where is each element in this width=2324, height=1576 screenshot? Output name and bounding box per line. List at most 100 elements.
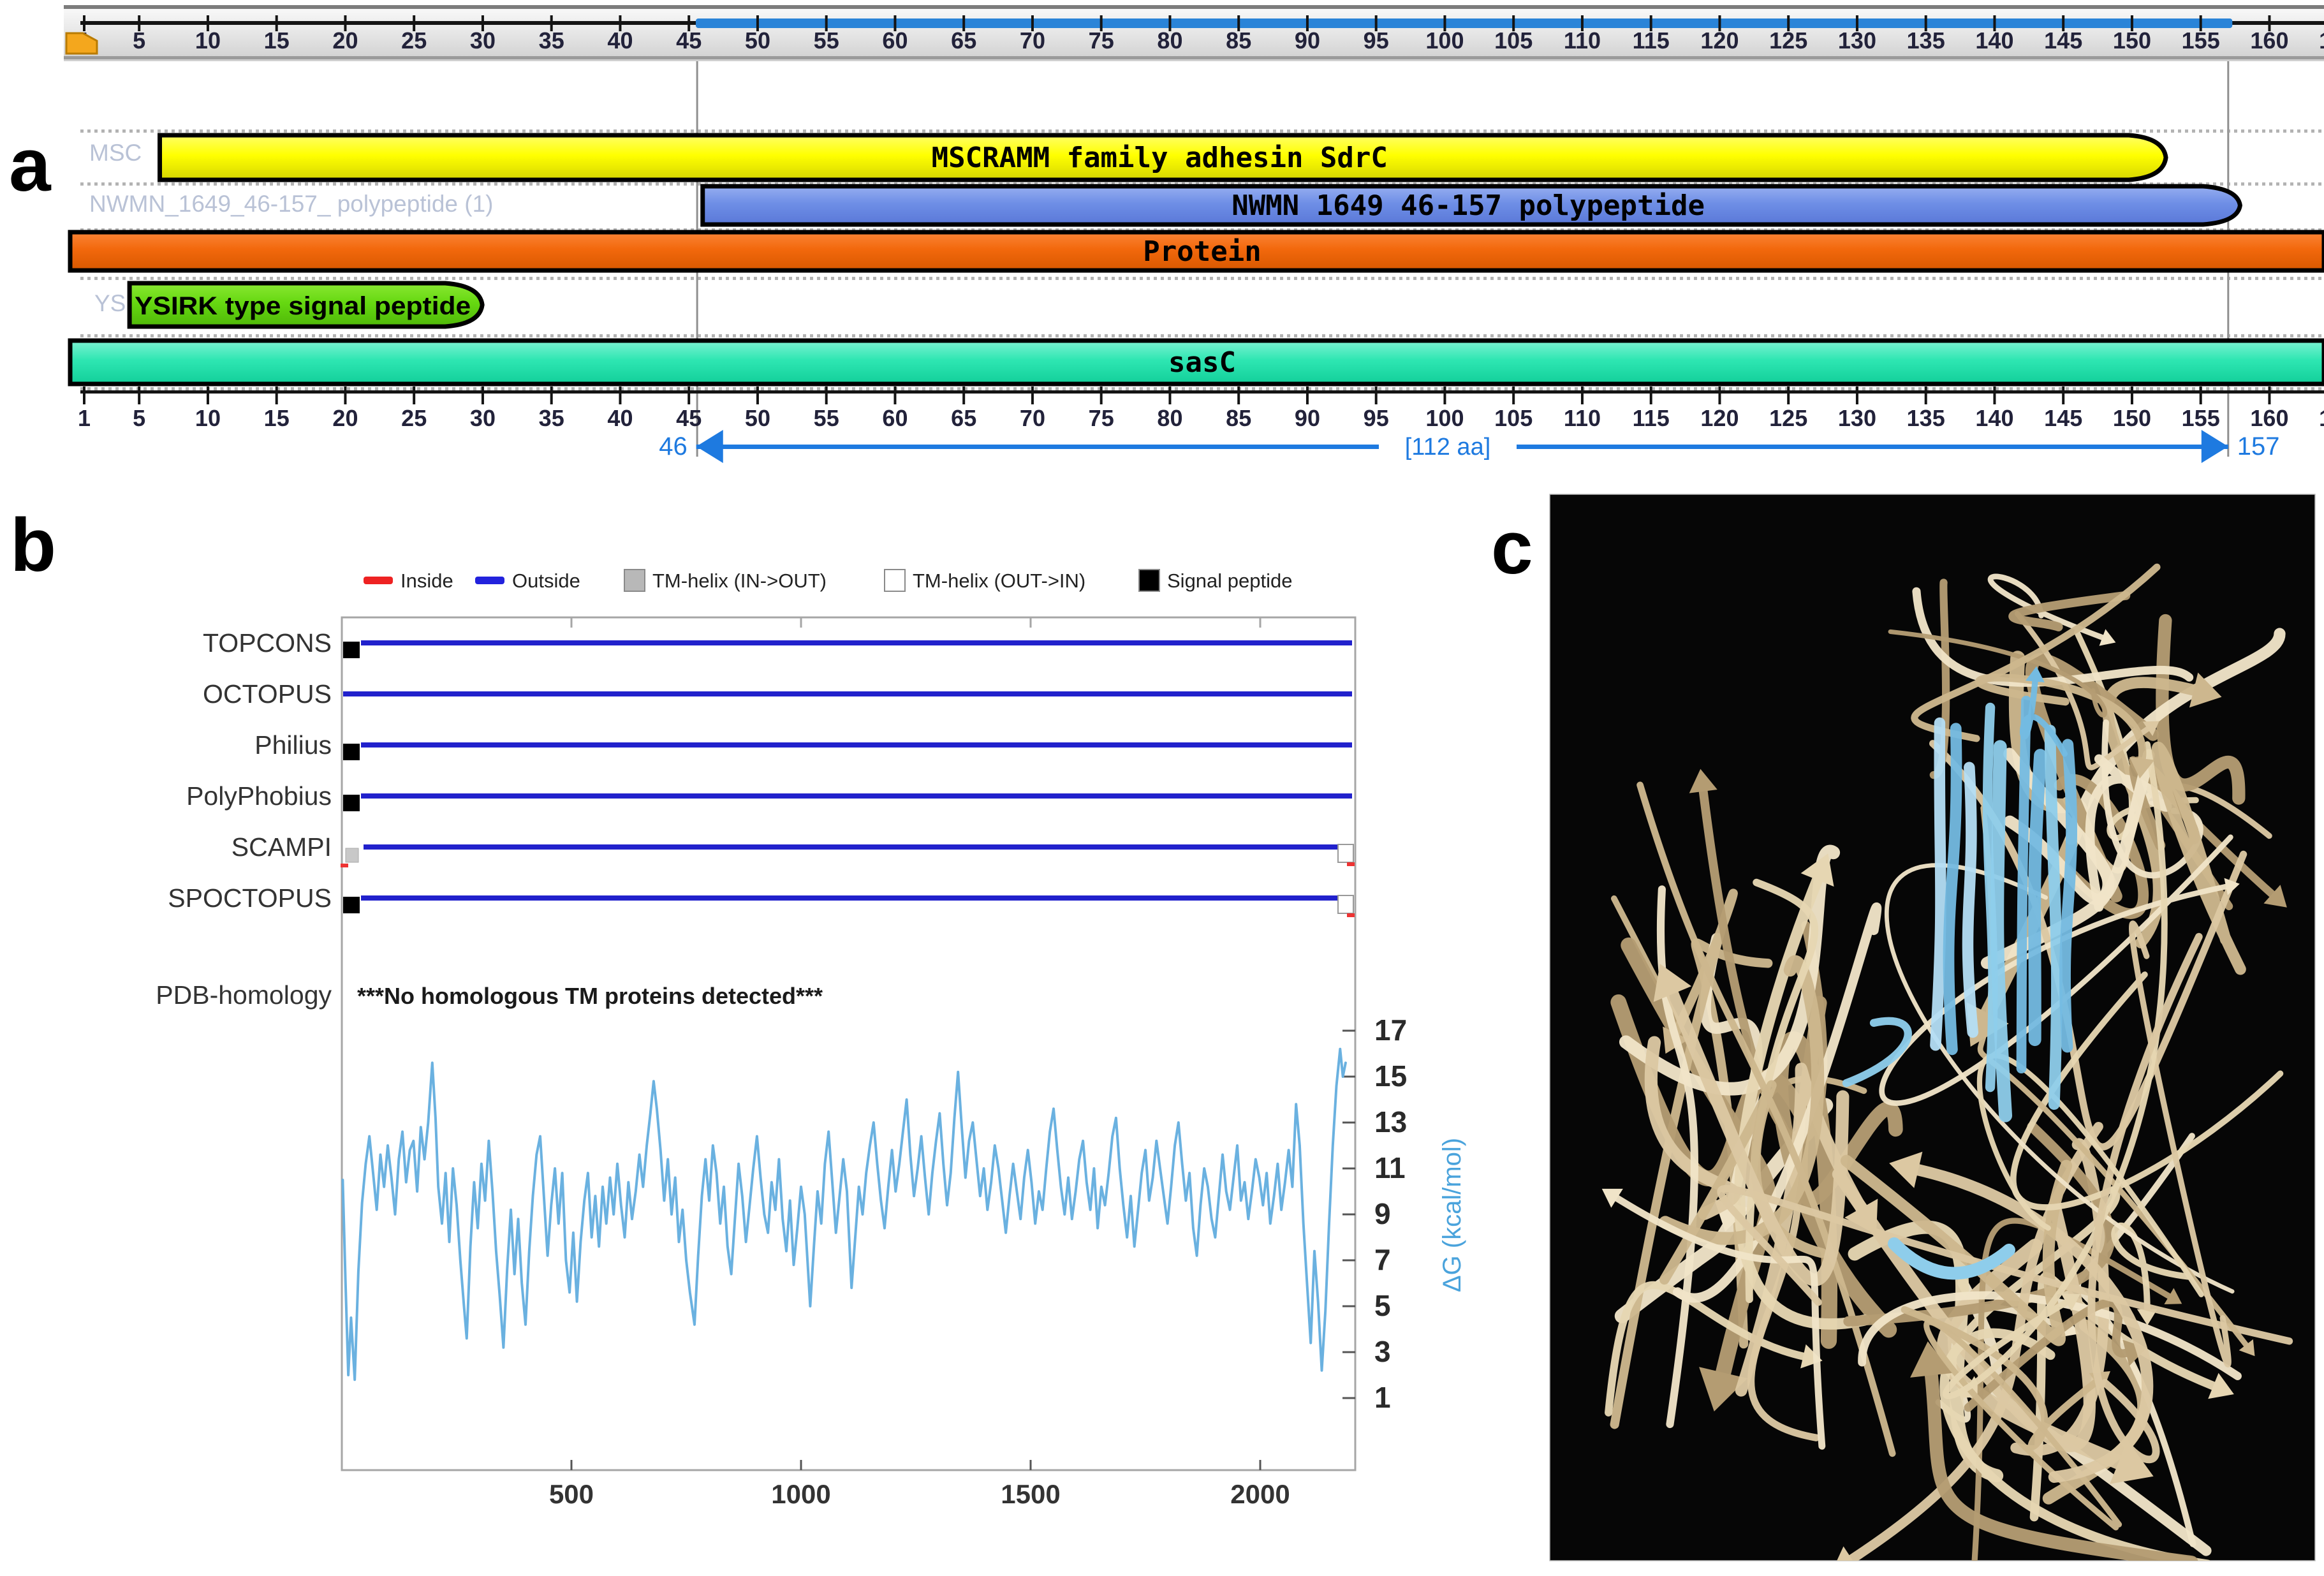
dotted-separator [1504,277,1508,280]
dotted-separator [1820,277,1823,280]
dotted-separator [2262,387,2265,390]
dotted-separator [1048,387,1052,390]
dotted-separator [87,129,91,133]
dotted-separator [1476,277,1480,280]
dotted-separator [487,129,490,133]
dotted-separator [1617,387,1620,390]
dotted-separator [1771,277,1774,280]
top-ruler-number: 80 [1157,27,1182,54]
top-ruler-number: 130 [1838,27,1876,54]
dotted-separator [1771,334,1774,337]
dotted-separator [1989,334,1992,337]
dotted-separator [263,277,266,280]
dotted-separator [459,277,462,280]
dotted-separator [964,277,967,280]
top-ruler-number: 20 [332,27,358,54]
dotted-separator [1308,334,1311,337]
bottom-ruler-tick [550,387,553,404]
dotted-separator [2213,182,2216,186]
dotted-separator [1533,334,1536,337]
dotted-separator [2213,387,2216,390]
top-ruler-number: 45 [676,27,702,54]
dotted-separator [1645,129,1648,133]
dotted-separator [1041,277,1045,280]
dotted-separator [2017,129,2020,133]
dotted-separator [179,277,182,280]
dotted-separator [957,387,960,390]
dotted-separator [894,129,897,133]
dotted-separator [1813,334,1816,337]
dotted-separator [943,387,946,390]
dotted-separator [284,387,287,390]
top-ruler-number: 115 [1633,27,1670,54]
dotted-separator [1006,334,1010,337]
dotted-separator [2311,387,2314,390]
dotted-separator [1315,129,1318,133]
dotted-separator [459,129,462,133]
dotted-separator [1434,387,1438,390]
dotted-separator [1420,129,1423,133]
dotted-separator [424,277,427,280]
dotted-separator [1946,334,1950,337]
inside-end-marker [1347,862,1355,866]
dotted-separator [1196,277,1199,280]
dotted-separator [2297,129,2300,133]
dotted-separator [1280,387,1283,390]
dotted-separator [1455,387,1459,390]
dotted-separator [1434,334,1438,337]
dotted-separator [845,387,848,390]
dotted-separator [403,129,406,133]
row-label-topcons: TOPCONS [203,628,332,658]
dotted-separator [2213,277,2216,280]
dotted-separator [985,277,989,280]
dotted-separator [277,129,280,133]
dotted-separator [129,387,133,390]
dotted-separator [775,277,778,280]
dotted-separator [1112,129,1115,133]
dotted-separator [1778,129,1781,133]
dotted-separator [1799,277,1802,280]
dotted-separator [438,387,441,390]
bottom-ruler-number: 50 [745,405,770,431]
dotted-separator [2017,334,2020,337]
legend-label-1: Outside [512,570,580,592]
dotted-separator [964,334,967,337]
dotted-separator [1350,277,1353,280]
dotted-separator [1287,277,1290,280]
top-ruler-number: 95 [1364,27,1389,54]
dotted-separator [1960,387,1964,390]
dotted-separator [1196,334,1199,337]
dotted-separator [249,277,252,280]
dotted-separator [354,277,357,280]
dotted-separator [1497,334,1501,337]
dotted-separator [1989,277,1992,280]
dotted-separator [957,334,960,337]
dotted-separator [340,334,343,337]
dotted-separator [2108,129,2111,133]
dotted-separator [1147,129,1150,133]
dotted-separator [1020,387,1024,390]
dotted-separator [2073,277,2076,280]
dotted-separator [2101,277,2104,280]
dotted-separator [1154,387,1157,390]
dotted-separator [873,334,876,337]
dotted-separator [1406,277,1409,280]
top-ruler-number: 60 [882,27,908,54]
dotted-separator [2171,277,2174,280]
dotted-separator [1799,387,1802,390]
dotted-separator [2045,387,2048,390]
dotted-separator [2038,334,2041,337]
dotted-separator [1273,334,1276,337]
dotted-separator [1077,129,1080,133]
dotted-separator [87,182,91,186]
bottom-ruler-number: 45 [676,405,702,431]
dotted-separator [2304,277,2307,280]
dotted-separator [347,334,350,337]
top-ruler-selected-region[interactable] [695,18,2233,28]
dotted-separator [480,129,483,133]
dotted-separator [452,334,455,337]
dotted-separator [501,277,504,280]
dotted-separator [522,334,526,337]
dotted-separator [1504,334,1508,337]
dotted-separator [1680,334,1683,337]
